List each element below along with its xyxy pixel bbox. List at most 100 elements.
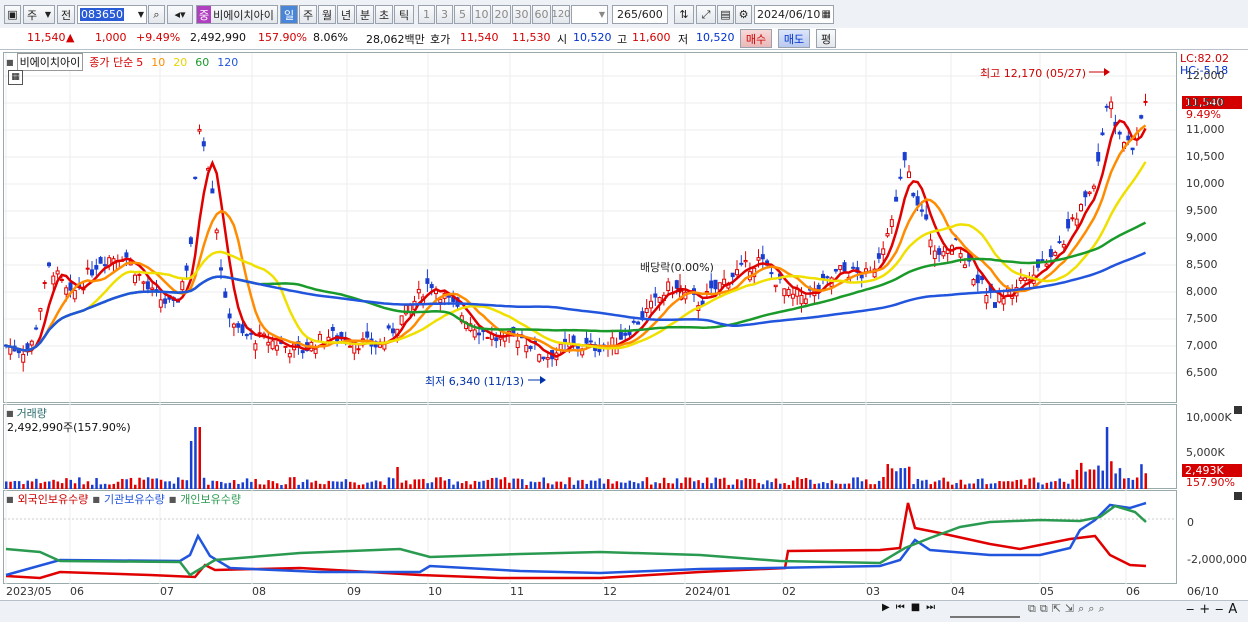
close-panel-icon[interactable] bbox=[1234, 406, 1242, 414]
volume-bar bbox=[809, 479, 812, 489]
volume-bar bbox=[301, 482, 305, 489]
ma-indicator-label: 종가 단순 bbox=[89, 56, 134, 69]
volume-bar bbox=[1118, 468, 1122, 489]
volume-bar bbox=[258, 484, 262, 489]
zoom-controls[interactable]: ‒+‒A bbox=[1186, 602, 1242, 617]
volume-bar bbox=[1002, 481, 1006, 489]
candle-body bbox=[1023, 277, 1028, 282]
candle-body bbox=[425, 278, 430, 284]
candle-body bbox=[68, 282, 73, 291]
volume-bar bbox=[129, 477, 133, 489]
volume-bar bbox=[73, 483, 77, 489]
volume-bar bbox=[275, 483, 279, 489]
volume-bar bbox=[731, 484, 735, 489]
candle-body bbox=[184, 265, 189, 271]
x-axis-label: 09 bbox=[347, 585, 361, 598]
candle-body bbox=[524, 344, 529, 353]
volume-bar bbox=[284, 484, 287, 489]
volume-bar bbox=[185, 480, 189, 489]
candle-body bbox=[210, 188, 215, 194]
candle-body bbox=[158, 299, 163, 308]
volume-bar bbox=[1088, 469, 1092, 489]
foreign-legend: 외국인보유수량 bbox=[17, 493, 89, 506]
volume-bar bbox=[817, 483, 821, 489]
price-ytick: 12,000 bbox=[1186, 69, 1225, 82]
candle-body bbox=[760, 254, 765, 260]
volume-bar bbox=[241, 482, 244, 489]
volume-bar bbox=[559, 481, 563, 489]
volume-bar bbox=[1041, 484, 1044, 489]
candle-body bbox=[894, 196, 899, 202]
volume-bar bbox=[417, 479, 421, 489]
candle-body bbox=[919, 209, 924, 212]
volume-bar bbox=[860, 481, 864, 489]
x-axis-label: 06 bbox=[1126, 585, 1140, 598]
candle-body bbox=[90, 269, 94, 276]
close-panel-icon[interactable] bbox=[1234, 492, 1242, 500]
candle-body bbox=[833, 268, 838, 272]
volume-bar bbox=[413, 479, 416, 489]
volume-bar bbox=[366, 482, 369, 489]
volume-bar bbox=[740, 480, 743, 489]
low-annotation: 최저 6,340 (11/13) bbox=[425, 375, 525, 388]
candle-body bbox=[1104, 105, 1109, 108]
volume-bar bbox=[138, 477, 141, 489]
panel-marker-icon: ■ bbox=[6, 408, 14, 418]
candle-body bbox=[924, 214, 929, 220]
candle-body bbox=[528, 345, 533, 350]
volume-bar bbox=[834, 483, 838, 489]
volume-bar bbox=[155, 478, 158, 489]
volume-bar bbox=[1075, 469, 1079, 489]
volume-bar bbox=[207, 484, 210, 489]
x-axis-label: 2023/05 bbox=[6, 585, 52, 598]
zoom-slider[interactable] bbox=[950, 604, 1020, 618]
price-ytick: 10,000 bbox=[1186, 177, 1225, 190]
x-axis-label: 10 bbox=[428, 585, 442, 598]
volume-bar bbox=[254, 478, 257, 489]
candle-body bbox=[1040, 259, 1045, 262]
volume-bar bbox=[349, 481, 352, 489]
volume-bar bbox=[1127, 477, 1130, 489]
candle-body bbox=[72, 290, 77, 300]
price-ytick: 8,000 bbox=[1186, 285, 1218, 298]
volume-bar bbox=[172, 483, 176, 489]
volume-bar bbox=[538, 481, 541, 489]
x-axis-label: 08 bbox=[252, 585, 266, 598]
volume-bar bbox=[344, 479, 348, 489]
volume-bar bbox=[551, 484, 554, 489]
volume-bar bbox=[568, 477, 571, 489]
volume-bar bbox=[181, 479, 184, 489]
candle-body bbox=[274, 345, 279, 351]
volume-bar bbox=[443, 480, 447, 489]
stock-chart-svg[interactable] bbox=[0, 0, 1248, 621]
x-axis-label: 03 bbox=[866, 585, 880, 598]
volume-bar bbox=[873, 484, 877, 489]
candle-body bbox=[283, 345, 288, 348]
volume-bar bbox=[387, 477, 391, 489]
candle-body bbox=[1079, 204, 1083, 212]
volume-bar bbox=[1037, 482, 1040, 489]
volume-bar bbox=[426, 483, 429, 489]
volume-bar bbox=[555, 481, 558, 489]
grid-toggle-icon[interactable]: ▦ bbox=[8, 70, 23, 85]
volume-bar bbox=[959, 479, 963, 489]
candle-body bbox=[786, 288, 791, 296]
volume-bar bbox=[125, 479, 128, 489]
volume-bar bbox=[929, 484, 932, 489]
volume-bar bbox=[116, 481, 120, 489]
volume-bar bbox=[1140, 464, 1143, 489]
volume-bar bbox=[761, 484, 765, 489]
candle-body bbox=[838, 265, 843, 270]
price-ytick: 9,000 bbox=[1186, 231, 1218, 244]
candle-body bbox=[984, 294, 989, 304]
scroll-controls[interactable]: ▶⏮■⏭ bbox=[882, 602, 941, 613]
volume-bar bbox=[594, 480, 597, 489]
volume-bar bbox=[306, 479, 309, 489]
x-axis-label: 05 bbox=[1040, 585, 1054, 598]
volume-bar bbox=[654, 482, 657, 489]
price-ytick: 9,500 bbox=[1186, 204, 1218, 217]
ma5-label: 5 bbox=[136, 55, 144, 69]
volume-bar bbox=[490, 478, 494, 489]
view-tools[interactable]: ⧉⧉⇱⇲⌕⌕⌕ bbox=[1028, 602, 1109, 616]
volume-bar bbox=[882, 476, 885, 489]
